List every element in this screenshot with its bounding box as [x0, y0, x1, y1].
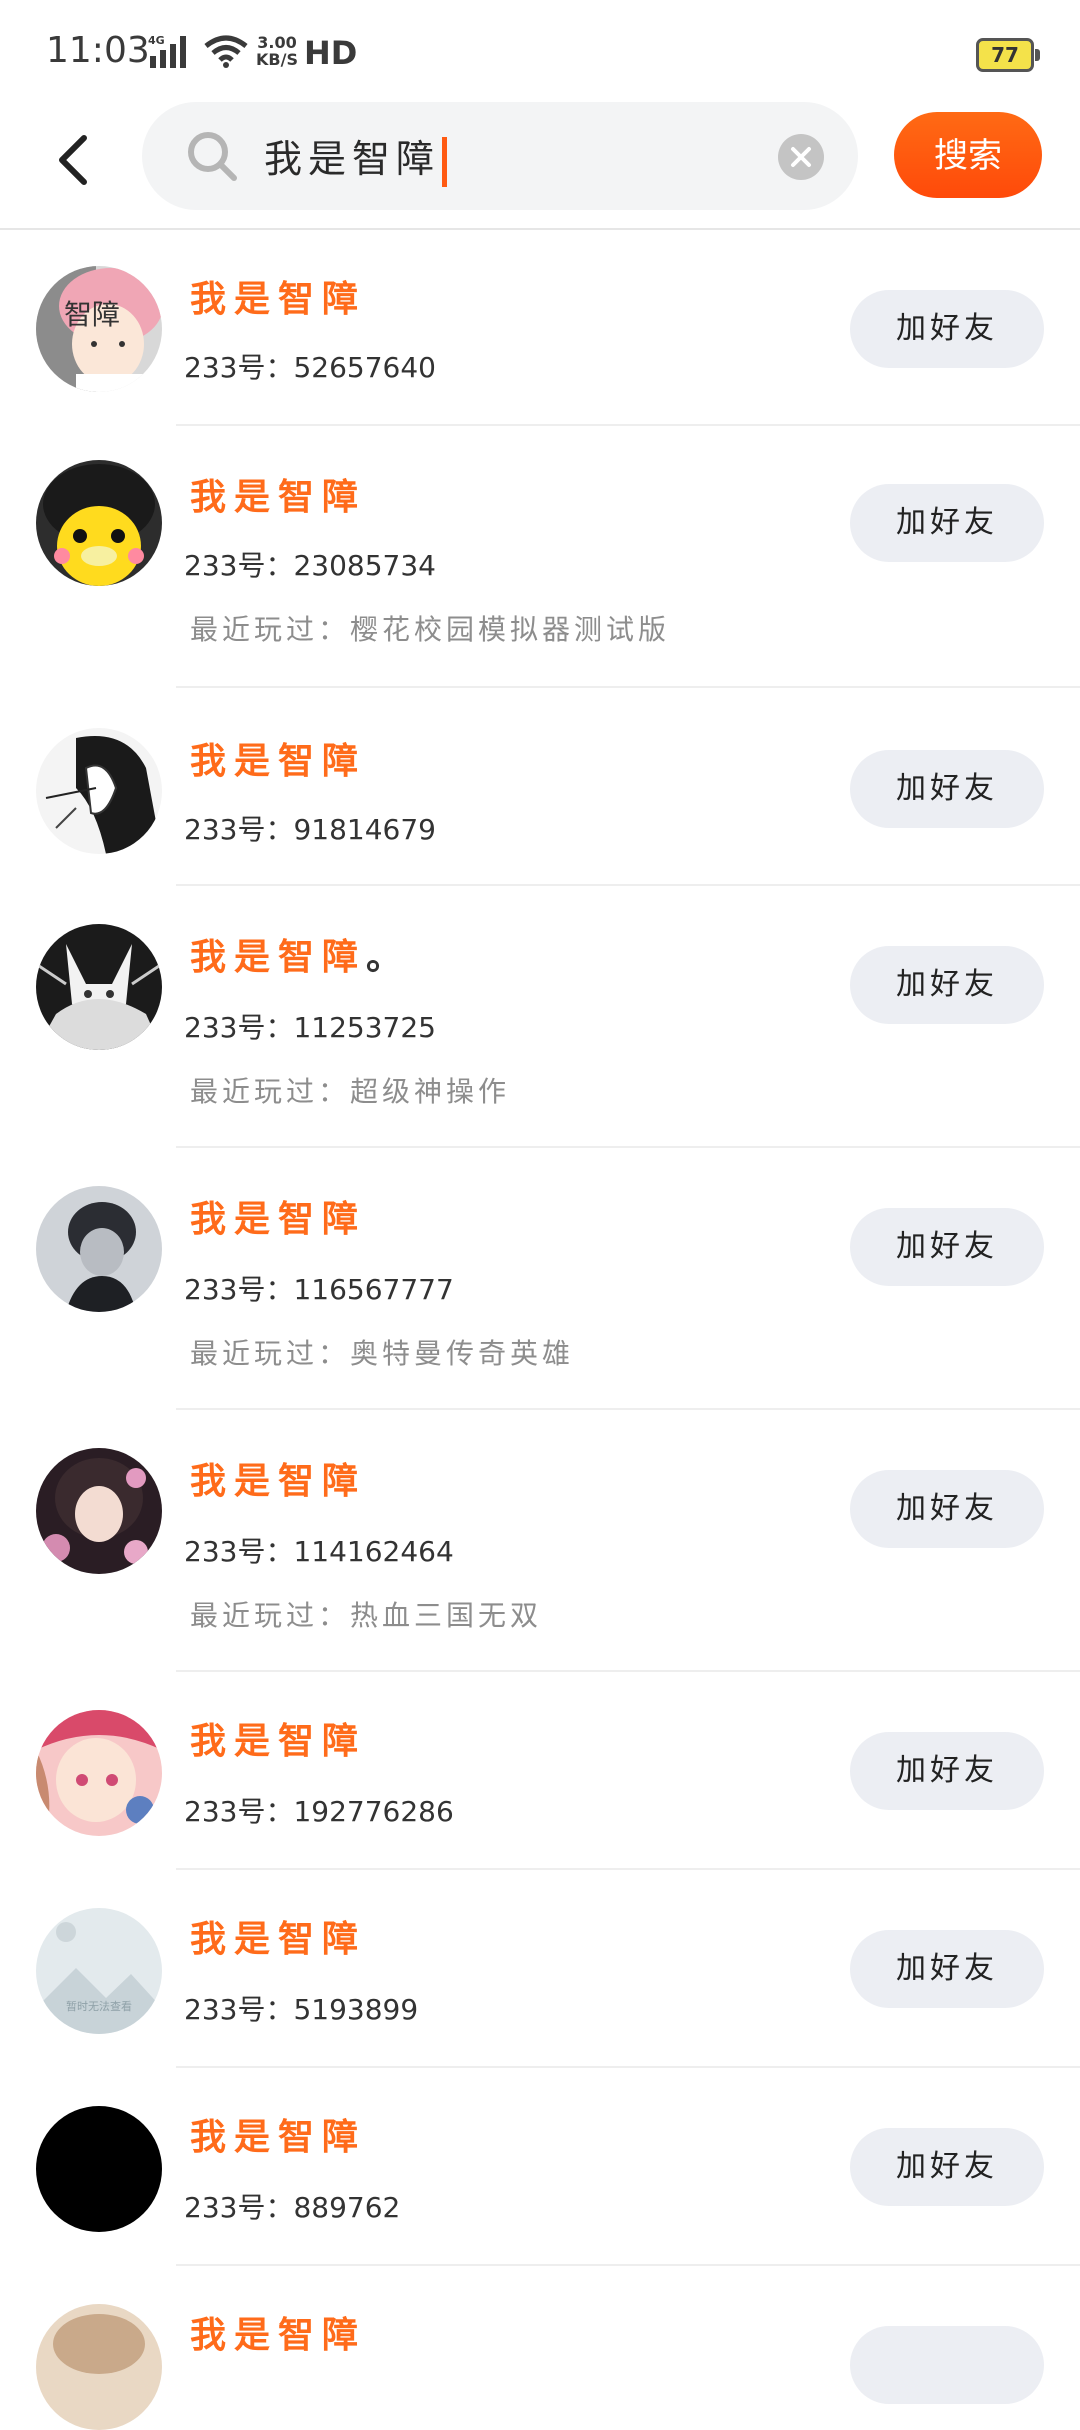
- user-name: 我是智障: [190, 279, 367, 320]
- list-item[interactable]: 我是智障 233号：116567777 最近玩过：奥特曼传奇英雄 加好友: [0, 1148, 1080, 1410]
- user-name: 我是智障。: [190, 937, 411, 978]
- avatar[interactable]: 智障: [36, 266, 162, 392]
- back-arrow-icon[interactable]: [50, 130, 100, 190]
- add-friend-button[interactable]: 加好友: [850, 750, 1044, 828]
- list-item[interactable]: 我是智障: [0, 2266, 1080, 2430]
- search-input[interactable]: 我是智障: [142, 102, 858, 210]
- clear-icon[interactable]: [778, 134, 824, 180]
- list-item[interactable]: 我是智障 233号：192776286 加好友: [0, 1672, 1080, 1870]
- list-item[interactable]: 智障 我是智障 233号：52657640 加好友: [0, 230, 1080, 426]
- add-friend-button[interactable]: [850, 2326, 1044, 2404]
- recently-played: 最近玩过：热血三国无双: [190, 1599, 543, 1632]
- user-name: 我是智障: [190, 741, 367, 782]
- wifi-icon: [204, 35, 248, 68]
- list-item[interactable]: 暂时无法查看 我是智障 233号：5193899 加好友: [0, 1870, 1080, 2068]
- user-name: 我是智障: [190, 2117, 367, 2158]
- avatar[interactable]: [36, 924, 162, 1050]
- add-friend-button[interactable]: 加好友: [850, 2128, 1044, 2206]
- avatar[interactable]: [36, 728, 162, 854]
- user-id: 233号：91814679: [184, 813, 436, 846]
- user-name: 我是智障: [190, 1919, 367, 1960]
- user-id: 233号：889762: [184, 2191, 401, 2224]
- add-friend-button[interactable]: 加好友: [850, 1470, 1044, 1548]
- user-result-list: 智障 我是智障 233号：52657640 加好友 我是智障 233号：2308…: [0, 230, 1080, 2430]
- hd-indicator: HD: [304, 34, 358, 72]
- avatar[interactable]: [36, 1448, 162, 1574]
- list-item[interactable]: 我是智障 233号：114162464 最近玩过：热血三国无双 加好友: [0, 1410, 1080, 1672]
- avatar[interactable]: 暂时无法查看: [36, 1908, 162, 2034]
- user-id: 233号：11253725: [184, 1011, 436, 1044]
- status-time: 11:03: [46, 30, 150, 71]
- user-id: 233号：52657640: [184, 351, 436, 384]
- add-friend-button[interactable]: 加好友: [850, 484, 1044, 562]
- recently-played: 最近玩过：樱花校园模拟器测试版: [190, 613, 671, 646]
- list-item[interactable]: 我是智障。 233号：11253725 最近玩过：超级神操作 加好友: [0, 886, 1080, 1148]
- user-id: 233号：23085734: [184, 549, 436, 582]
- user-name: 我是智障: [190, 1721, 367, 1762]
- user-id: 233号：114162464: [184, 1535, 454, 1568]
- avatar[interactable]: [36, 2106, 162, 2232]
- search-query: 我是智障: [264, 128, 448, 187]
- user-id: 233号：116567777: [184, 1273, 454, 1306]
- avatar[interactable]: [36, 1186, 162, 1312]
- add-friend-button[interactable]: 加好友: [850, 290, 1044, 368]
- recently-played: 最近玩过：奥特曼传奇英雄: [190, 1337, 575, 1370]
- list-item[interactable]: 我是智障 233号：23085734 最近玩过：樱花校园模拟器测试版 加好友: [0, 426, 1080, 688]
- recently-played: 最近玩过：超级神操作: [190, 1075, 511, 1108]
- user-name: 我是智障: [190, 1199, 367, 1240]
- user-id: 233号：192776286: [184, 1795, 454, 1828]
- avatar[interactable]: [36, 1710, 162, 1836]
- svg-text:4G: 4G: [148, 34, 165, 47]
- list-item[interactable]: 我是智障 233号：889762 加好友: [0, 2068, 1080, 2266]
- search-button[interactable]: 搜索: [894, 112, 1042, 198]
- svg-text:暂时无法查看: 暂时无法查看: [66, 1999, 132, 2013]
- add-friend-button[interactable]: 加好友: [850, 1208, 1044, 1286]
- avatar[interactable]: [36, 460, 162, 586]
- add-friend-button[interactable]: 加好友: [850, 1732, 1044, 1810]
- user-name: 我是智障: [190, 477, 367, 518]
- list-item[interactable]: 我是智障 233号：91814679 加好友: [0, 688, 1080, 886]
- user-name: 我是智障: [190, 2315, 367, 2356]
- avatar[interactable]: [36, 2304, 162, 2430]
- user-id: 233号：5193899: [184, 1993, 419, 2026]
- svg-text:智障: 智障: [64, 298, 120, 331]
- add-friend-button[interactable]: 加好友: [850, 946, 1044, 1024]
- network-speed: 3.00 KB/S: [256, 33, 298, 69]
- status-bar: 11:03 4G 3.00 KB/S HD 77: [0, 0, 1080, 100]
- battery-icon: 77: [976, 38, 1040, 72]
- user-name: 我是智障: [190, 1461, 367, 1502]
- text-caret: [442, 136, 448, 187]
- add-friend-button[interactable]: 加好友: [850, 1930, 1044, 2008]
- cellular-signal-icon: 4G: [148, 34, 186, 68]
- search-header: 我是智障 搜索: [0, 100, 1080, 228]
- search-icon: [188, 132, 237, 181]
